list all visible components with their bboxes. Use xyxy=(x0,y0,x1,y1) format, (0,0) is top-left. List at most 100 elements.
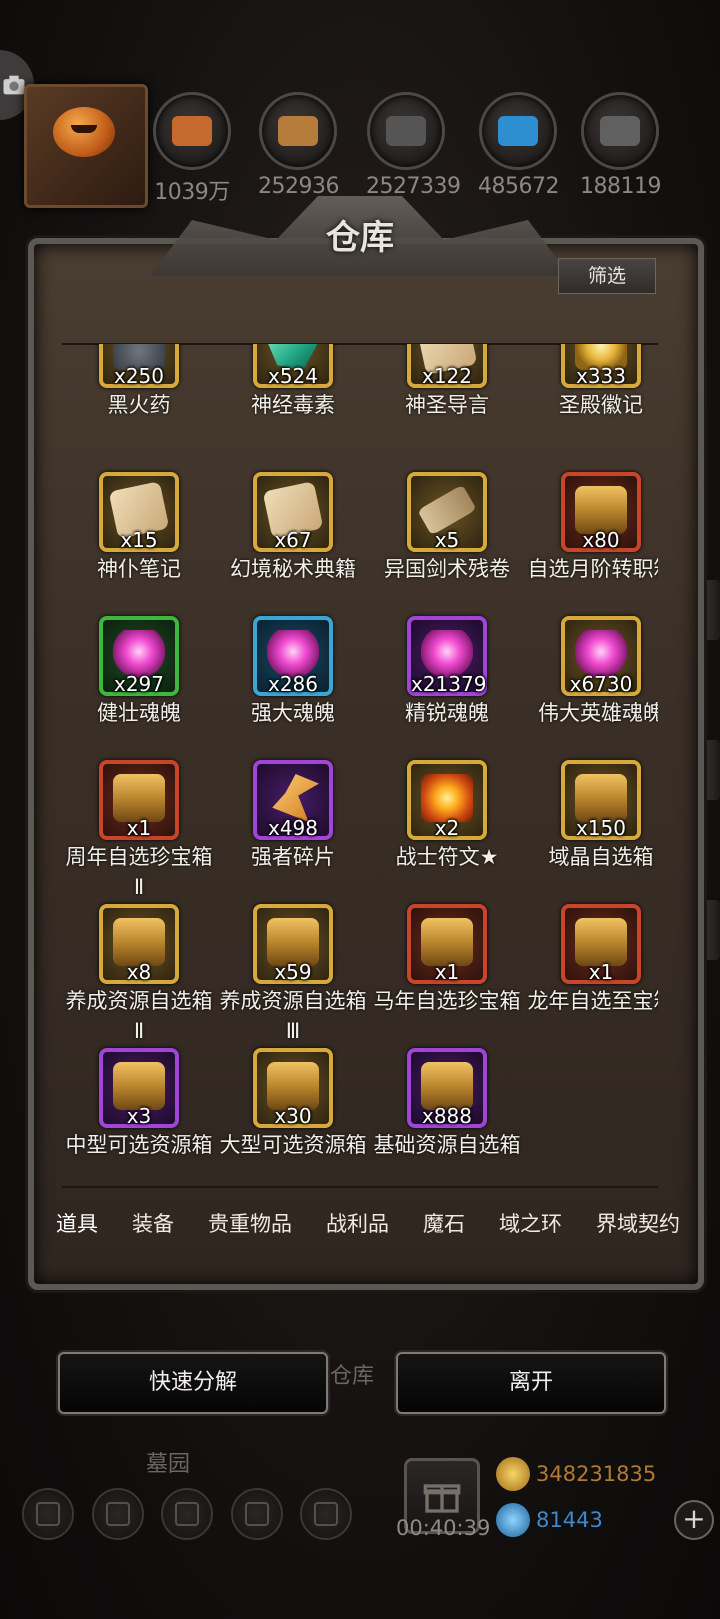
item-count: x3 xyxy=(126,1104,152,1128)
tab-domain-rings[interactable]: 域之环 xyxy=(493,1208,568,1238)
menu-icon[interactable] xyxy=(22,1488,74,1540)
item-grid[interactable]: x250 黑火药 x524 神经毒素 x122 神圣导言 x333 圣殿徽记 x15 神仆笔记 x6… xyxy=(62,344,658,1184)
tab-equipment[interactable]: 装备 xyxy=(126,1208,180,1238)
tab-items[interactable]: 道具 xyxy=(50,1208,104,1238)
menu-icon[interactable] xyxy=(161,1488,213,1540)
inventory-item[interactable]: x1 马年自选珍宝箱 xyxy=(370,904,524,1016)
inventory-item[interactable]: x333 圣殿徽记 xyxy=(524,344,658,420)
gold-currency: 348231835 xyxy=(496,1456,656,1492)
resource-counter[interactable]: 485672 xyxy=(478,92,559,199)
inventory-item[interactable]: x21379 精锐魂魄 xyxy=(370,616,524,728)
item-name: 伟大英雄魂魄 xyxy=(538,701,658,725)
add-currency-button[interactable]: + xyxy=(674,1500,714,1540)
gem-icon xyxy=(496,1503,530,1537)
resource-counter[interactable]: 1039万 xyxy=(152,92,232,206)
resource-value: 485672 xyxy=(478,174,559,199)
chest-icon: x888 xyxy=(407,1048,487,1128)
inventory-item[interactable]: x3 中型可选资源箱 xyxy=(62,1048,216,1160)
item-name: 基础资源自选箱 xyxy=(373,1133,521,1157)
inventory-item[interactable]: x498 强者碎片 xyxy=(216,760,370,872)
item-name: 幻境秘术典籍 xyxy=(230,557,356,581)
seal-icon: x333 xyxy=(561,344,641,388)
inventory-item[interactable]: x250 黑火药 xyxy=(62,344,216,420)
inventory-item[interactable]: x122 神圣导言 xyxy=(370,344,524,420)
inventory-item[interactable]: x15 神仆笔记 xyxy=(62,472,216,584)
item-name: 养成资源自选箱Ⅱ xyxy=(65,989,213,1043)
soul-icon: x21379 xyxy=(407,616,487,696)
inventory-item[interactable]: x524 神经毒素 xyxy=(216,344,370,420)
item-name: 马年自选珍宝箱 xyxy=(373,989,521,1013)
background-warehouse-label: 仓库 xyxy=(330,1364,375,1389)
quick-decompose-button[interactable]: 快速分解 xyxy=(58,1352,328,1414)
resource-counter[interactable]: 252936 xyxy=(258,92,339,199)
shard-icon: x498 xyxy=(253,760,333,840)
tab-loot[interactable]: 战利品 xyxy=(320,1208,395,1238)
chest-icon: x1 xyxy=(561,904,641,984)
soul-icon: x6730 xyxy=(561,616,641,696)
item-name: 中型可选资源箱 xyxy=(65,1133,213,1157)
roll-icon: x5 xyxy=(407,472,487,552)
inventory-item[interactable]: x30 大型可选资源箱 xyxy=(216,1048,370,1160)
tab-valuables[interactable]: 贵重物品 xyxy=(202,1208,298,1238)
countdown-timer: 00:40:39 xyxy=(396,1516,491,1540)
leave-button[interactable]: 离开 xyxy=(396,1352,666,1414)
resource-counter[interactable]: 2527339 xyxy=(366,92,461,199)
iron-ingot-icon xyxy=(581,92,659,170)
rock-icon: x250 xyxy=(99,344,179,388)
resource-counter[interactable]: 188119 xyxy=(580,92,661,199)
gift-icon xyxy=(423,1484,461,1513)
item-name: 神圣导言 xyxy=(405,393,489,417)
item-count: x80 xyxy=(582,528,620,552)
inventory-item[interactable]: x67 幻境秘术典籍 xyxy=(216,472,370,584)
inventory-item[interactable]: x297 健壮魂魄 xyxy=(62,616,216,728)
item-count: x286 xyxy=(267,672,318,696)
item-count: x297 xyxy=(113,672,164,696)
tab-magic-stones[interactable]: 魔石 xyxy=(417,1208,471,1238)
item-count: x2 xyxy=(434,816,460,840)
chest-icon: x3 xyxy=(99,1048,179,1128)
inventory-item[interactable]: x286 强大魂魄 xyxy=(216,616,370,728)
item-name: 圣殿徽记 xyxy=(559,393,643,417)
item-count: x888 xyxy=(421,1104,472,1128)
filter-button[interactable]: 筛选 xyxy=(558,258,656,294)
item-name: 神经毒素 xyxy=(251,393,335,417)
inventory-item[interactable]: x1 周年自选珍宝箱Ⅱ xyxy=(62,760,216,902)
inventory-item[interactable]: x150 域晶自选箱 xyxy=(524,760,658,872)
resource-value: 188119 xyxy=(580,174,661,199)
inventory-item[interactable]: x6730 伟大英雄魂魄 xyxy=(524,616,658,728)
tab-realm-contracts[interactable]: 界域契约 xyxy=(590,1208,686,1238)
crystal-icon: x524 xyxy=(253,344,333,388)
inventory-item[interactable]: x59 养成资源自选箱Ⅲ xyxy=(216,904,370,1046)
soul-icon: x297 xyxy=(99,616,179,696)
inventory-item[interactable]: x2 战士符文★ xyxy=(370,760,524,872)
inventory-item[interactable]: x8 养成资源自选箱Ⅱ xyxy=(62,904,216,1046)
chest-icon: x150 xyxy=(561,760,641,840)
item-name: 龙年自选至宝箱 xyxy=(527,989,659,1013)
player-avatar[interactable] xyxy=(24,84,148,208)
item-count: x122 xyxy=(421,364,472,388)
menu-icon[interactable] xyxy=(230,1488,283,1540)
inventory-item[interactable]: x1 龙年自选至宝箱 xyxy=(524,904,658,1016)
menu-icon[interactable] xyxy=(300,1488,352,1540)
item-name: 神仆笔记 xyxy=(97,557,181,581)
rune-icon: x2 xyxy=(407,760,487,840)
item-count: x21379 xyxy=(411,672,487,696)
item-name: 域晶自选箱 xyxy=(548,845,654,869)
item-name: 养成资源自选箱Ⅲ xyxy=(219,989,367,1043)
chest-icon: x59 xyxy=(253,904,333,984)
chest-icon: x80 xyxy=(561,472,641,552)
item-count: x67 xyxy=(274,528,312,552)
item-name: 大型可选资源箱 xyxy=(219,1133,367,1157)
item-count: x8 xyxy=(126,960,152,984)
item-name: 自选月阶转职箱 xyxy=(527,557,659,581)
inventory-item[interactable]: x80 自选月阶转职箱 xyxy=(524,472,658,584)
item-count: x250 xyxy=(113,364,164,388)
resource-value: 1039万 xyxy=(154,180,230,205)
inventory-item[interactable]: x888 基础资源自选箱 xyxy=(370,1048,524,1160)
pumpkin-icon xyxy=(53,107,115,157)
inventory-item[interactable]: x5 异国剑术残卷 xyxy=(370,472,524,584)
scroll-icon: x67 xyxy=(253,472,333,552)
item-name: 强者碎片 xyxy=(251,845,335,869)
item-name: 精锐魂魄 xyxy=(405,701,489,725)
menu-icon[interactable] xyxy=(91,1488,144,1540)
